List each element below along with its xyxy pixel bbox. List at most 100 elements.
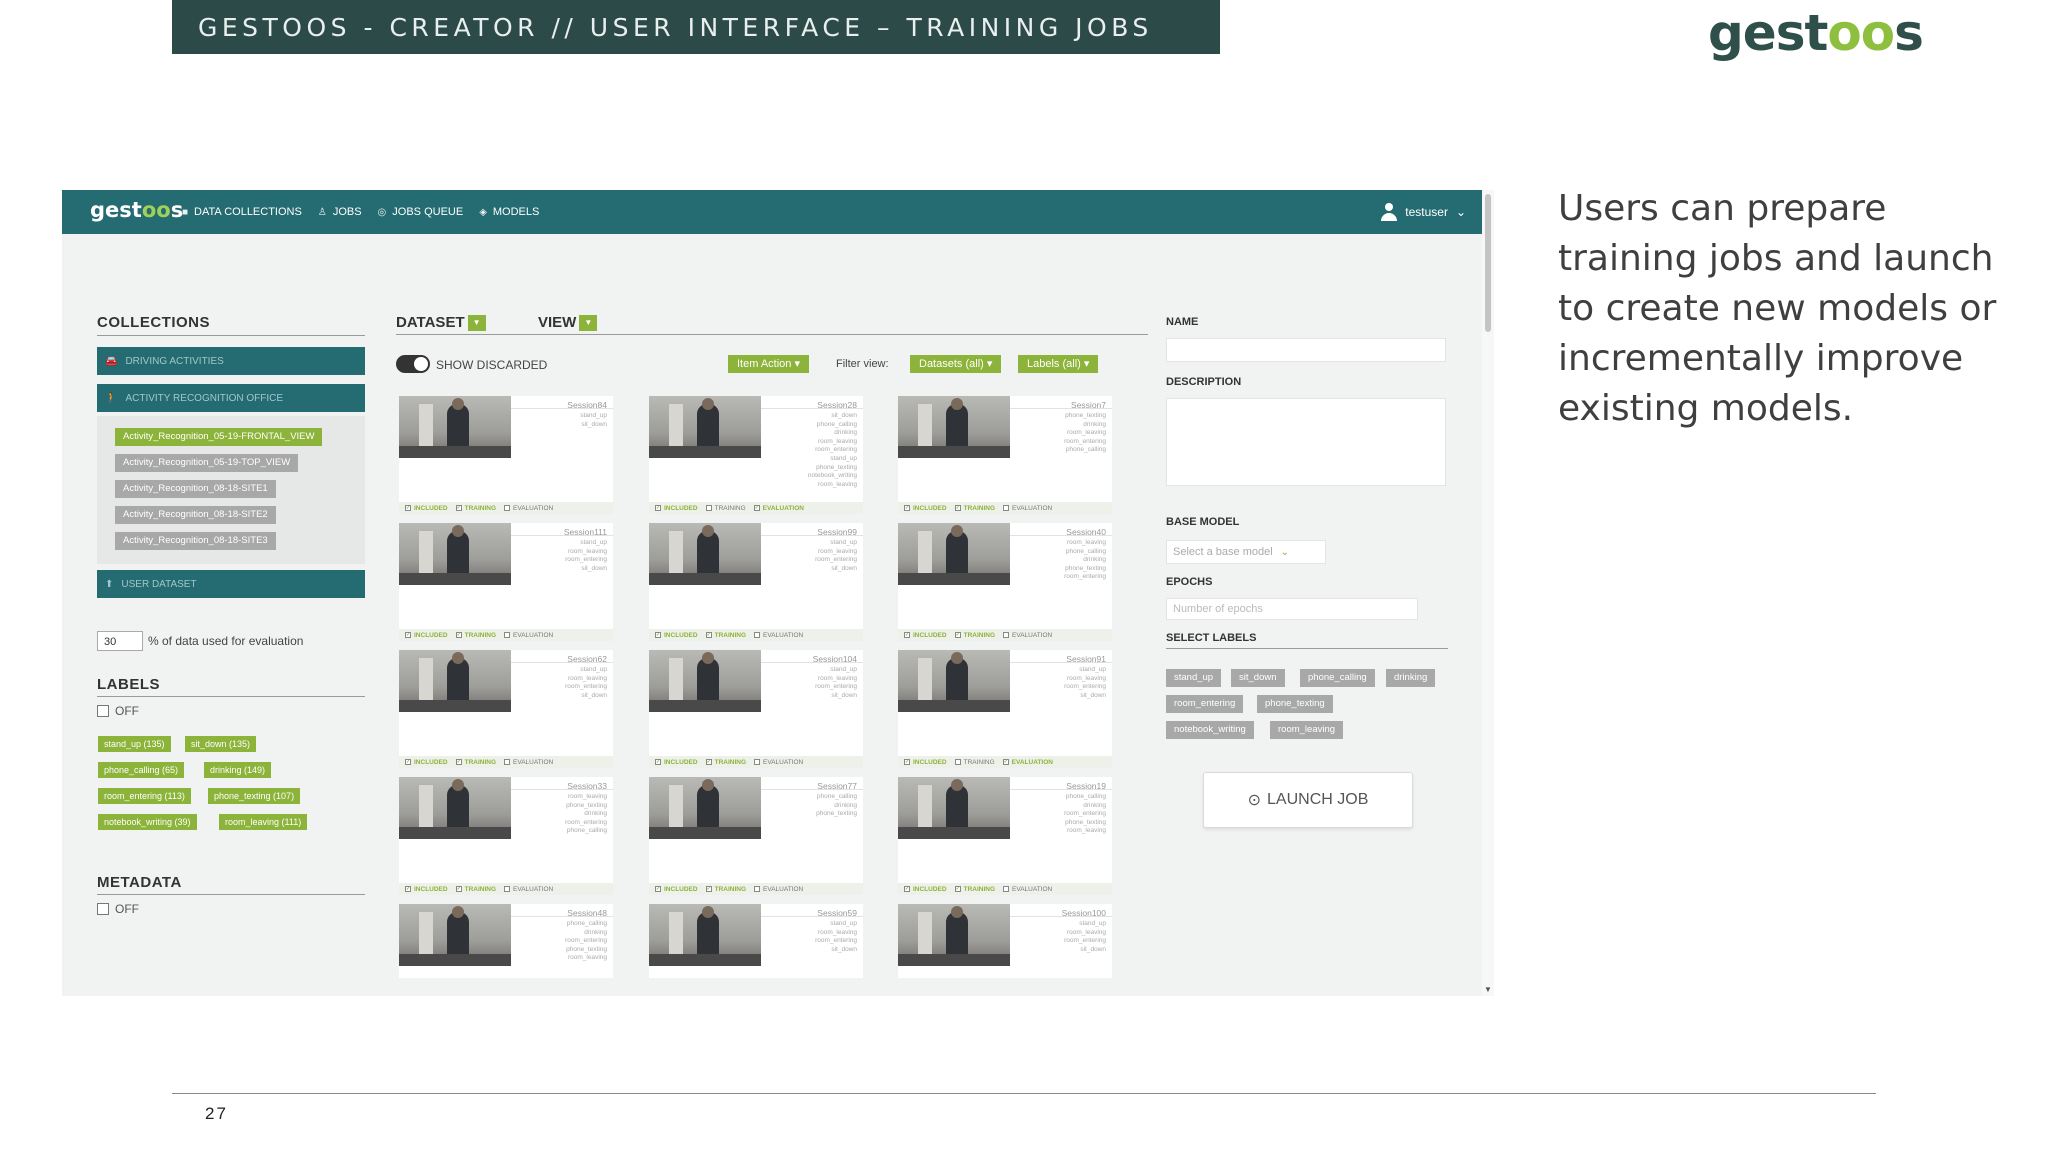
card-flag-training[interactable]: ✓ TRAINING bbox=[954, 505, 995, 512]
session-card[interactable]: Session62 stand_up room_leaving room_enteri… bbox=[399, 650, 613, 768]
card-flag-included[interactable]: ✓ INCLUDED bbox=[405, 632, 448, 639]
session-thumbnail[interactable] bbox=[649, 523, 761, 585]
session-thumbnail[interactable] bbox=[399, 777, 511, 839]
card-flag-evaluation[interactable]: EVALUATION bbox=[754, 632, 803, 639]
card-flag-included[interactable]: ✓ INCLUDED bbox=[904, 632, 947, 639]
session-thumbnail[interactable] bbox=[649, 904, 761, 966]
item-action-button[interactable]: Item Action ▾ bbox=[728, 355, 809, 373]
card-flag-included[interactable]: ✓ INCLUDED bbox=[655, 632, 698, 639]
collection-driving-activities[interactable]: 🚘 DRIVING ACTIVITIES bbox=[97, 347, 365, 375]
nav-data-collections[interactable]: ■ DATA COLLECTIONS bbox=[182, 206, 302, 218]
card-flag-training[interactable]: ✓ TRAINING bbox=[705, 886, 746, 893]
label-tag[interactable]: phone_calling (65) bbox=[98, 762, 185, 778]
select-label-tag[interactable]: room_entering bbox=[1166, 695, 1244, 713]
scroll-thumb[interactable] bbox=[1485, 194, 1491, 332]
label-tag[interactable]: drinking (149) bbox=[204, 762, 272, 778]
session-card[interactable]: Session77 phone_calling drinking phone_text… bbox=[649, 777, 863, 895]
epochs-input[interactable]: Number of epochs bbox=[1166, 598, 1418, 620]
session-thumbnail[interactable] bbox=[898, 650, 1010, 712]
card-flag-training[interactable]: ✓ TRAINING bbox=[705, 759, 746, 766]
session-card[interactable]: Session84 stand_up sit_down ✓ INCLUDED ✓ TRAIN… bbox=[399, 396, 613, 514]
select-label-tag[interactable]: room_leaving bbox=[1270, 721, 1344, 739]
select-label-tag[interactable]: sit_down bbox=[1231, 669, 1285, 687]
launch-job-button[interactable]: ⊙ LAUNCH JOB bbox=[1203, 772, 1413, 828]
scroll-down-arrow-icon[interactable]: ▼ bbox=[1484, 985, 1492, 994]
label-tag[interactable]: phone_texting (107) bbox=[208, 788, 301, 804]
session-card[interactable]: Session48 phone_calling drinking room_enter… bbox=[399, 904, 613, 978]
card-flag-training[interactable]: ✓ TRAINING bbox=[455, 759, 496, 766]
view-dropdown-icon[interactable]: ▼ bbox=[579, 314, 598, 331]
card-flag-included[interactable]: ✓ INCLUDED bbox=[405, 505, 448, 512]
select-label-tag[interactable]: phone_calling bbox=[1300, 669, 1375, 687]
session-card[interactable]: Session91 stand_up room_leaving room_enteri… bbox=[898, 650, 1112, 768]
select-label-tag[interactable]: drinking bbox=[1386, 669, 1436, 687]
label-tag[interactable]: room_leaving (111) bbox=[219, 814, 308, 830]
card-flag-included[interactable]: ✓ INCLUDED bbox=[904, 505, 947, 512]
label-tag[interactable]: notebook_writing (39) bbox=[98, 814, 197, 830]
session-thumbnail[interactable] bbox=[649, 777, 761, 839]
card-flag-included[interactable]: ✓ INCLUDED bbox=[904, 886, 947, 893]
session-card[interactable]: Session19 phone_calling drinking room_enter… bbox=[898, 777, 1112, 895]
job-description-textarea[interactable] bbox=[1166, 398, 1446, 486]
nav-jobs-queue[interactable]: ◎ JOBS QUEUE bbox=[378, 206, 464, 218]
labels-filter-dropdown[interactable]: Labels (all) ▾ bbox=[1018, 355, 1099, 373]
session-thumbnail[interactable] bbox=[399, 523, 511, 585]
session-card[interactable]: Session7 phone_texting drinking room_leavin… bbox=[898, 396, 1112, 514]
dataset-tag[interactable]: Activity_Recognition_05-19-TOP_VIEW bbox=[115, 454, 299, 472]
card-flag-training[interactable]: ✓ TRAINING bbox=[705, 632, 746, 639]
metadata-off-toggle[interactable]: OFF bbox=[97, 902, 139, 916]
card-flag-evaluation[interactable]: ✓ EVALUATION bbox=[1002, 759, 1053, 766]
session-thumbnail[interactable] bbox=[898, 523, 1010, 585]
label-tag[interactable]: sit_down (135) bbox=[185, 736, 257, 752]
session-thumbnail[interactable] bbox=[399, 396, 511, 458]
session-card[interactable]: Session111 stand_up room_leaving room_enter… bbox=[399, 523, 613, 641]
card-flag-evaluation[interactable]: EVALUATION bbox=[1003, 632, 1052, 639]
session-card[interactable]: Session28 sit_down phone_calling drinking ro… bbox=[649, 396, 863, 514]
collection-activity-recognition-office[interactable]: 🚶 ACTIVITY RECOGNITION OFFICE bbox=[97, 384, 365, 412]
card-flag-evaluation[interactable]: EVALUATION bbox=[754, 886, 803, 893]
session-thumbnail[interactable] bbox=[898, 777, 1010, 839]
card-flag-evaluation[interactable]: EVALUATION bbox=[504, 886, 553, 893]
job-name-input[interactable] bbox=[1166, 338, 1446, 362]
card-flag-evaluation[interactable]: EVALUATION bbox=[1003, 886, 1052, 893]
dataset-tag[interactable]: Activity_Recognition_05-19-FRONTAL_VIEW bbox=[115, 428, 323, 446]
session-thumbnail[interactable] bbox=[399, 650, 511, 712]
session-thumbnail[interactable] bbox=[399, 904, 511, 966]
card-flag-evaluation[interactable]: EVALUATION bbox=[504, 505, 553, 512]
card-flag-training[interactable]: ✓ TRAINING bbox=[455, 505, 496, 512]
card-flag-evaluation[interactable]: EVALUATION bbox=[1003, 505, 1052, 512]
page-scrollbar[interactable]: ▼ bbox=[1482, 190, 1494, 996]
card-flag-training[interactable]: ✓ TRAINING bbox=[954, 632, 995, 639]
dataset-dropdown-icon[interactable]: ▼ bbox=[467, 314, 486, 331]
card-flag-included[interactable]: ✓ INCLUDED bbox=[405, 886, 448, 893]
datasets-filter-dropdown[interactable]: Datasets (all) ▾ bbox=[910, 355, 1002, 373]
dataset-tag[interactable]: Activity_Recognition_08-18-SITE3 bbox=[115, 532, 276, 550]
card-flag-evaluation[interactable]: EVALUATION bbox=[504, 632, 553, 639]
session-card[interactable]: Session104 stand_up room_leaving room_enter… bbox=[649, 650, 863, 768]
card-flag-included[interactable]: ✓ INCLUDED bbox=[904, 759, 947, 766]
card-flag-included[interactable]: ✓ INCLUDED bbox=[655, 759, 698, 766]
session-thumbnail[interactable] bbox=[649, 650, 761, 712]
session-thumbnail[interactable] bbox=[898, 396, 1010, 458]
card-flag-included[interactable]: ✓ INCLUDED bbox=[655, 886, 698, 893]
app-logo[interactable]: gestoos bbox=[90, 198, 183, 222]
card-flag-included[interactable]: ✓ INCLUDED bbox=[405, 759, 448, 766]
card-flag-training[interactable]: ✓ TRAINING bbox=[455, 886, 496, 893]
dataset-tag[interactable]: Activity_Recognition_08-18-SITE1 bbox=[115, 480, 276, 498]
select-label-tag[interactable]: stand_up bbox=[1166, 669, 1222, 687]
label-tag[interactable]: room_entering (113) bbox=[98, 788, 191, 804]
card-flag-training[interactable]: TRAINING bbox=[705, 505, 746, 512]
base-model-select[interactable]: Select a base model ⌄ bbox=[1166, 540, 1326, 564]
session-card[interactable]: Session40 room_leaving phone_calling drinki… bbox=[898, 523, 1112, 641]
select-label-tag[interactable]: notebook_writing bbox=[1166, 721, 1254, 739]
session-card[interactable]: Session59 stand_up room_leaving room_enteri… bbox=[649, 904, 863, 978]
session-card[interactable]: Session99 stand_up room_leaving room_enteri… bbox=[649, 523, 863, 641]
eval-percentage-input[interactable]: 30 bbox=[97, 631, 143, 651]
select-label-tag[interactable]: phone_texting bbox=[1257, 695, 1333, 713]
session-card[interactable]: Session33 room_leaving phone_texting drinki… bbox=[399, 777, 613, 895]
label-tag[interactable]: stand_up (135) bbox=[98, 736, 171, 752]
card-flag-evaluation[interactable]: EVALUATION bbox=[504, 759, 553, 766]
card-flag-evaluation[interactable]: EVALUATION bbox=[754, 759, 803, 766]
session-thumbnail[interactable] bbox=[649, 396, 761, 458]
collection-user-dataset[interactable]: ⬆ USER DATASET bbox=[97, 570, 365, 598]
